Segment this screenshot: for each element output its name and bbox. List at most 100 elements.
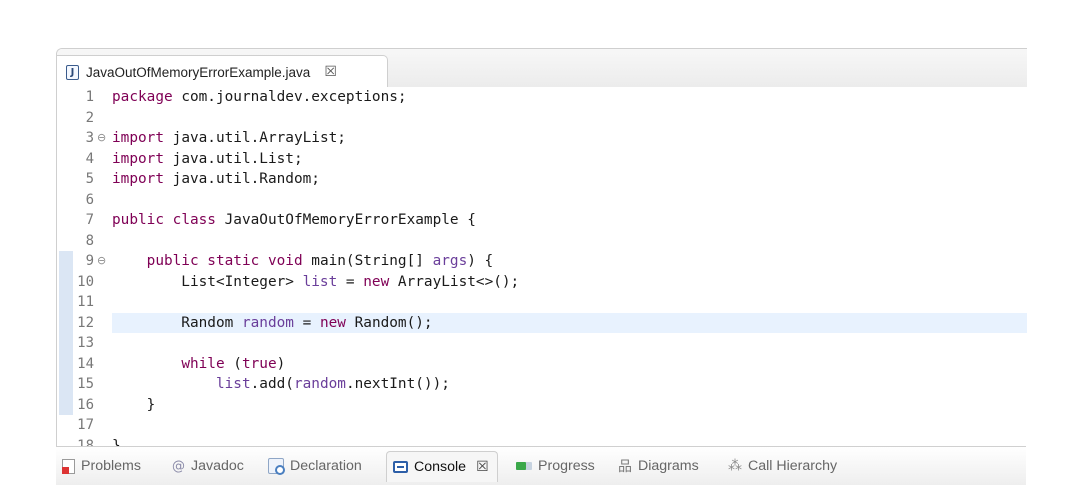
line-number: 14	[77, 355, 94, 372]
code-variable: random	[241, 314, 294, 331]
code-token: main(String[]	[311, 253, 433, 269]
editor-tab[interactable]: J JavaOutOfMemoryErrorExample.java ☒	[57, 55, 388, 88]
code-variable: args	[432, 253, 468, 269]
panel-tab-call-hierarchy[interactable]: ⁂ Call Hierarchy	[728, 455, 837, 477]
close-tab-icon[interactable]: ☒	[476, 459, 489, 475]
panel-tab-diagrams[interactable]: 品 Diagrams	[618, 455, 699, 477]
line-number: 2	[85, 109, 94, 126]
code-line[interactable]: 4 import java.util.List;	[57, 149, 1027, 169]
panel-tab-label: Diagrams	[638, 458, 699, 474]
code-line[interactable]: 7 public class JavaOutOfMemoryErrorExampl…	[57, 210, 1027, 230]
line-number: 1	[85, 89, 94, 105]
code-keyword: class	[172, 212, 225, 228]
call-hierarchy-icon: ⁂	[728, 458, 742, 474]
code-line[interactable]: 15 list.add(random.nextInt());	[57, 374, 1027, 394]
code-line[interactable]: 6	[57, 190, 1027, 210]
code-token: =	[337, 273, 364, 290]
code-text: list.add(random.nextInt());	[112, 374, 450, 394]
code-line[interactable]: 1 package com.journaldev.exceptions;	[57, 87, 1027, 107]
line-number: 10	[77, 273, 94, 290]
code-editor[interactable]: 1 package com.journaldev.exceptions; 2 3 ⊖ im…	[57, 87, 1027, 447]
close-tab-icon[interactable]: ☒	[324, 64, 337, 80]
editor-tab-title: JavaOutOfMemoryErrorExample.java	[86, 64, 311, 80]
line-number: 17	[77, 417, 94, 433]
code-text: Random random = new Random();	[112, 313, 433, 333]
code-token: com.journaldev.exceptions;	[181, 89, 407, 105]
line-number: 7	[85, 212, 94, 228]
code-variable: list	[215, 376, 251, 392]
line-number: 11	[77, 294, 94, 310]
code-text: }	[112, 395, 156, 415]
code-text: import java.util.ArrayList;	[112, 128, 346, 148]
code-line[interactable]: 5 import java.util.Random;	[57, 169, 1027, 189]
panel-tab-progress[interactable]: Progress	[516, 455, 595, 477]
line-number: 3	[85, 130, 94, 146]
code-token: ) {	[467, 253, 494, 269]
code-variable: list	[302, 273, 338, 290]
code-line[interactable]: 3 ⊖ import java.util.ArrayList;	[57, 128, 1027, 148]
panel-tab-declaration[interactable]: Declaration	[268, 455, 362, 477]
code-keyword: true	[241, 355, 277, 372]
diagrams-icon: 品	[618, 459, 632, 475]
editor-window: J JavaOutOfMemoryErrorExample.java ☒ 1 pa…	[56, 48, 1027, 447]
line-number: 9	[85, 253, 94, 269]
code-token: (	[224, 355, 242, 372]
code-token: .nextInt());	[345, 376, 450, 392]
code-keyword: new	[319, 314, 346, 331]
progress-icon	[516, 461, 532, 471]
line-number: 5	[85, 171, 94, 187]
code-variable: random	[293, 376, 346, 392]
panel-tab-label: Declaration	[290, 458, 362, 474]
panel-tab-label: Call Hierarchy	[748, 458, 838, 474]
line-number: 8	[85, 232, 94, 249]
line-number: 16	[77, 396, 94, 413]
panel-tab-label: Console	[414, 459, 467, 475]
fold-toggle-icon[interactable]: ⊖	[97, 251, 106, 271]
code-line[interactable]: 10 List<Integer> list = new ArrayList<>(…	[57, 272, 1027, 292]
java-file-icon: J	[66, 64, 79, 80]
code-keyword: import	[112, 130, 173, 146]
code-keyword: import	[112, 150, 173, 167]
code-token: java.util.ArrayList;	[172, 130, 346, 146]
code-keyword: while	[181, 355, 225, 372]
code-line[interactable]: 14 while (true)	[57, 354, 1027, 374]
line-number: 12	[77, 314, 94, 331]
panel-tab-label: Javadoc	[191, 458, 244, 474]
code-keyword: package	[112, 89, 182, 105]
code-token: .add(	[250, 376, 294, 392]
fold-toggle-icon[interactable]: ⊖	[97, 128, 106, 148]
code-keyword: import	[112, 171, 173, 187]
code-token: ArrayList<>();	[389, 273, 520, 290]
code-text: import java.util.List;	[112, 149, 303, 169]
code-line[interactable]: 9 ⊖ public static void main(String[] args…	[57, 251, 1027, 271]
panel-tab-problems[interactable]: Problems	[62, 455, 141, 477]
javadoc-icon: @	[172, 458, 185, 474]
code-line[interactable]: 11	[57, 292, 1027, 312]
code-line[interactable]: 8	[57, 231, 1027, 251]
line-number: 15	[77, 376, 94, 392]
code-token: JavaOutOfMemoryErrorExample {	[224, 212, 476, 228]
code-token: }	[112, 396, 156, 413]
panel-tab-javadoc[interactable]: @ Javadoc	[172, 455, 244, 477]
editor-tab-bar: J JavaOutOfMemoryErrorExample.java ☒	[57, 49, 1027, 88]
code-line[interactable]: 2	[57, 108, 1027, 128]
line-number: 6	[85, 191, 94, 208]
code-keyword: public static void	[146, 253, 312, 269]
code-line[interactable]: 16 }	[57, 395, 1027, 415]
console-icon	[393, 461, 408, 473]
code-token: java.util.Random;	[172, 171, 320, 187]
panel-tab-console[interactable]: Console ☒	[386, 451, 498, 482]
code-token: Random();	[345, 314, 433, 331]
code-token: )	[276, 355, 286, 372]
code-text: while (true)	[112, 354, 285, 374]
code-line[interactable]: 17	[57, 415, 1027, 435]
code-text: public class JavaOutOfMemoryErrorExample…	[112, 210, 476, 230]
code-text: package com.journaldev.exceptions;	[112, 87, 407, 107]
code-line[interactable]: 13	[57, 333, 1027, 353]
code-line-current[interactable]: 12 Random random = new Random();	[77, 312, 1027, 333]
code-text: List<Integer> list = new ArrayList<>();	[112, 272, 519, 292]
problems-icon	[62, 458, 75, 474]
